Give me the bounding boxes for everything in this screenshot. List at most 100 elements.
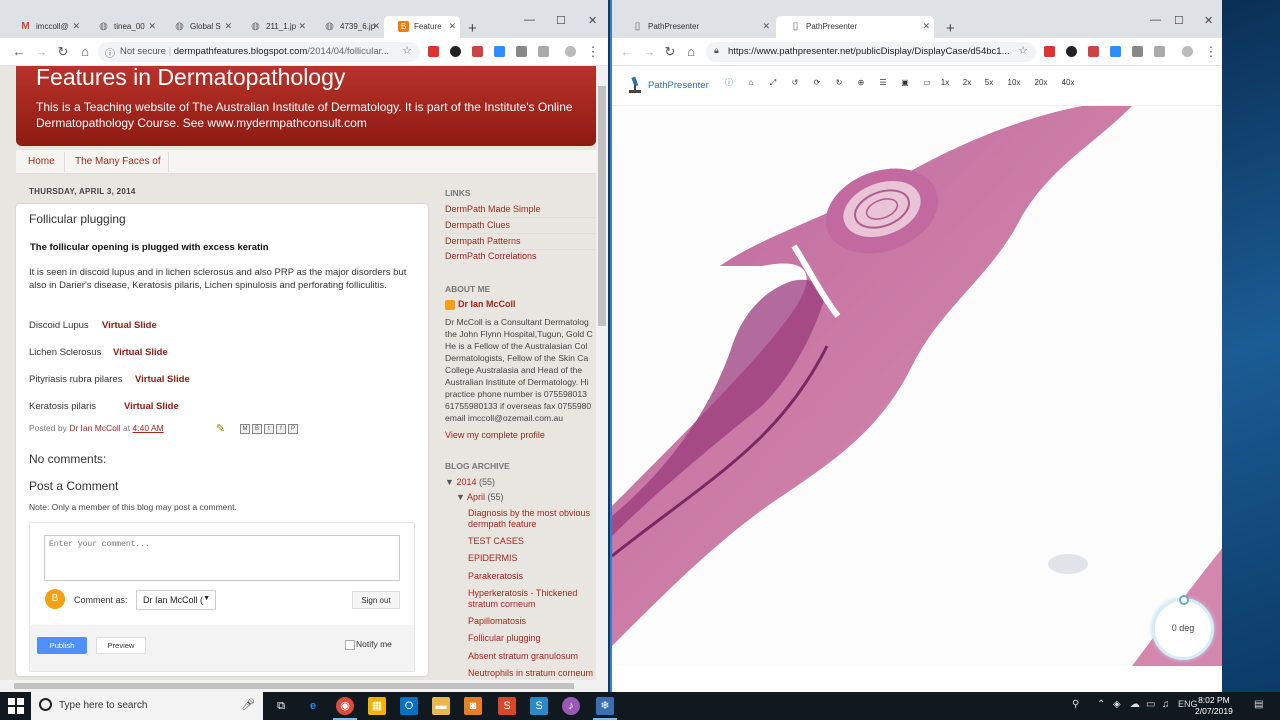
- minimize-icon[interactable]: —: [1150, 14, 1161, 26]
- forward-arrow-icon[interactable]: →: [642, 44, 656, 59]
- sidebar-link[interactable]: Dermpath Patterns: [445, 236, 596, 246]
- rotation-knob[interactable]: [1179, 595, 1189, 605]
- publish-button[interactable]: Publish: [37, 637, 87, 654]
- volume-icon[interactable]: ♫: [1162, 699, 1170, 710]
- notifications-icon[interactable]: ▤: [1254, 699, 1263, 710]
- extension-red-icon[interactable]: [1044, 46, 1055, 57]
- archive-post-link[interactable]: Parakeratosis: [468, 571, 596, 582]
- nav-home-link[interactable]: Home: [28, 156, 55, 167]
- horizontal-scrollbar[interactable]: [0, 680, 596, 692]
- virtual-slide-link[interactable]: Virtual Slide: [124, 401, 179, 412]
- profile-avatar-icon[interactable]: [1182, 46, 1193, 57]
- extension-flame-icon[interactable]: [450, 46, 461, 57]
- sidebar-link[interactable]: Dermpath Clues: [445, 220, 596, 230]
- extension-gear-icon[interactable]: [538, 46, 549, 57]
- reload-icon[interactable]: ↻: [663, 44, 677, 60]
- archive-year[interactable]: ▼ 2014 (55): [445, 477, 495, 487]
- extension-gear-icon[interactable]: [1154, 46, 1165, 57]
- menu-kebab-icon[interactable]: ⋮: [1204, 44, 1218, 60]
- comment-as-select[interactable]: Dr Ian McColl ( ▼: [136, 590, 216, 610]
- blog-title[interactable]: Features in Dermatopathology: [36, 66, 345, 91]
- lock-icon[interactable]: 🔒︎: [714, 45, 719, 56]
- expand-triangle-icon[interactable]: ▼: [445, 477, 454, 487]
- rotate-360-icon[interactable]: ⟳: [806, 74, 828, 92]
- task-view-icon[interactable]: ⧉: [272, 697, 290, 715]
- tissue-slide-image[interactable]: [612, 106, 1222, 666]
- vertical-scrollbar[interactable]: [596, 66, 608, 692]
- archive-post-link[interactable]: Papillomatosis: [468, 616, 596, 627]
- close-icon[interactable]: ✕: [72, 21, 80, 32]
- extension-flame-icon[interactable]: [1066, 46, 1077, 57]
- zoom-2x-button[interactable]: 2x: [956, 74, 978, 92]
- chrome-icon[interactable]: ◉: [333, 697, 357, 720]
- store-icon[interactable]: ▦: [368, 697, 386, 715]
- virtual-slide-link[interactable]: Virtual Slide: [135, 374, 190, 385]
- home-icon[interactable]: ⌂: [684, 44, 698, 59]
- back-arrow-icon[interactable]: ←: [620, 44, 634, 59]
- blogthis-share-icon[interactable]: B: [252, 424, 262, 434]
- dropbox-icon[interactable]: ◈: [1113, 699, 1121, 710]
- rotate-right-icon[interactable]: ↻: [828, 74, 850, 92]
- home-icon[interactable]: ⌂: [740, 74, 762, 92]
- scroll-thumb[interactable]: [14, 683, 574, 689]
- archive-post-link[interactable]: EPIDERMIS: [468, 553, 596, 564]
- close-icon[interactable]: ✕: [224, 21, 232, 32]
- email-share-icon[interactable]: M: [240, 424, 250, 434]
- tab-4739[interactable]: ◍ 4739_6.jp ✕: [310, 16, 384, 38]
- about-name-link[interactable]: Dr Ian McColl: [458, 299, 516, 309]
- taskbar-search[interactable]: Type here to search 🎤︎: [31, 692, 263, 720]
- author-link[interactable]: Dr Ian McColl: [69, 423, 120, 433]
- tab-global[interactable]: ◍ Global S ✕: [160, 16, 236, 38]
- star-bookmark-icon[interactable]: ☆: [402, 44, 412, 57]
- extension-zoom-icon[interactable]: [494, 46, 505, 57]
- maximize-icon[interactable]: ☐: [1174, 14, 1184, 27]
- archive-post-link[interactable]: Diagnosis by the most obvious dermpath f…: [468, 508, 596, 530]
- edit-pencil-icon[interactable]: ✎: [216, 422, 225, 435]
- close-icon[interactable]: ✕: [762, 21, 770, 32]
- extension-grey-icon[interactable]: [516, 46, 527, 57]
- close-window-icon[interactable]: ✕: [588, 14, 597, 27]
- info-icon[interactable]: ⓘ: [718, 74, 740, 92]
- tab-gmail[interactable]: M imccoll@ ✕: [6, 16, 84, 38]
- zoom-40x-button[interactable]: 40x: [1056, 74, 1080, 92]
- archive-post-link[interactable]: TEST CASES: [468, 536, 596, 547]
- pinterest-share-icon[interactable]: P: [288, 424, 298, 434]
- microphone-icon[interactable]: 🎤︎: [241, 698, 255, 711]
- new-tab-plus-icon[interactable]: +: [946, 20, 955, 37]
- rotate-left-icon[interactable]: ↺: [784, 74, 806, 92]
- scroll-thumb[interactable]: [598, 86, 606, 326]
- fullscreen-icon[interactable]: ⤢: [762, 74, 784, 92]
- extension-red-icon[interactable]: [428, 46, 439, 57]
- address-bar[interactable]: 🔒︎ https://www.pathpresenter.net/publicD…: [706, 42, 1036, 62]
- battery-icon[interactable]: ▭: [1146, 699, 1155, 710]
- post-time-link[interactable]: 4:40 AM: [133, 423, 164, 433]
- virtual-slide-link[interactable]: Virtual Slide: [102, 320, 157, 331]
- sidebar-link[interactable]: DermPath Made Simple: [445, 204, 596, 214]
- chevron-up-icon[interactable]: ⌃: [1097, 699, 1105, 710]
- expand-triangle-icon[interactable]: ▼: [456, 492, 465, 502]
- back-arrow-icon[interactable]: ←: [12, 44, 26, 59]
- extension-zoom-icon[interactable]: [1110, 46, 1121, 57]
- camera-icon[interactable]: ▣: [894, 74, 916, 92]
- notify-me-checkbox[interactable]: Notify me: [345, 639, 392, 650]
- close-icon[interactable]: ✕: [922, 21, 930, 32]
- archive-month[interactable]: ▼ April (55): [456, 492, 503, 502]
- preview-button[interactable]: Preview: [96, 637, 146, 654]
- zoom-20x-button[interactable]: 20x: [1029, 74, 1053, 92]
- profile-avatar-icon[interactable]: [565, 46, 576, 57]
- forward-arrow-icon[interactable]: →: [34, 44, 48, 59]
- comment-input[interactable]: [44, 535, 400, 581]
- tab-features[interactable]: B Feature ✕: [384, 16, 460, 38]
- onedrive-cloud-icon[interactable]: ☁: [1130, 699, 1140, 710]
- zoom-1x-button[interactable]: 1x: [934, 74, 956, 92]
- rotation-dial[interactable]: 0 deg: [1152, 595, 1214, 660]
- archive-post-link[interactable]: Hyperkeratosis - Thickened stratum corne…: [468, 588, 596, 610]
- outlook-icon[interactable]: O: [400, 697, 418, 715]
- tab-211[interactable]: ◍ 211_1.jp ✕: [236, 16, 310, 38]
- edge-icon[interactable]: e: [304, 697, 322, 715]
- app-gear-icon[interactable]: ❄: [593, 697, 617, 720]
- archive-post-link[interactable]: Neutrophils in stratum corneum: [468, 668, 596, 679]
- star-bookmark-icon[interactable]: ☆: [1018, 44, 1028, 57]
- close-icon[interactable]: ✕: [448, 21, 456, 32]
- slides-app-icon[interactable]: S: [498, 697, 516, 715]
